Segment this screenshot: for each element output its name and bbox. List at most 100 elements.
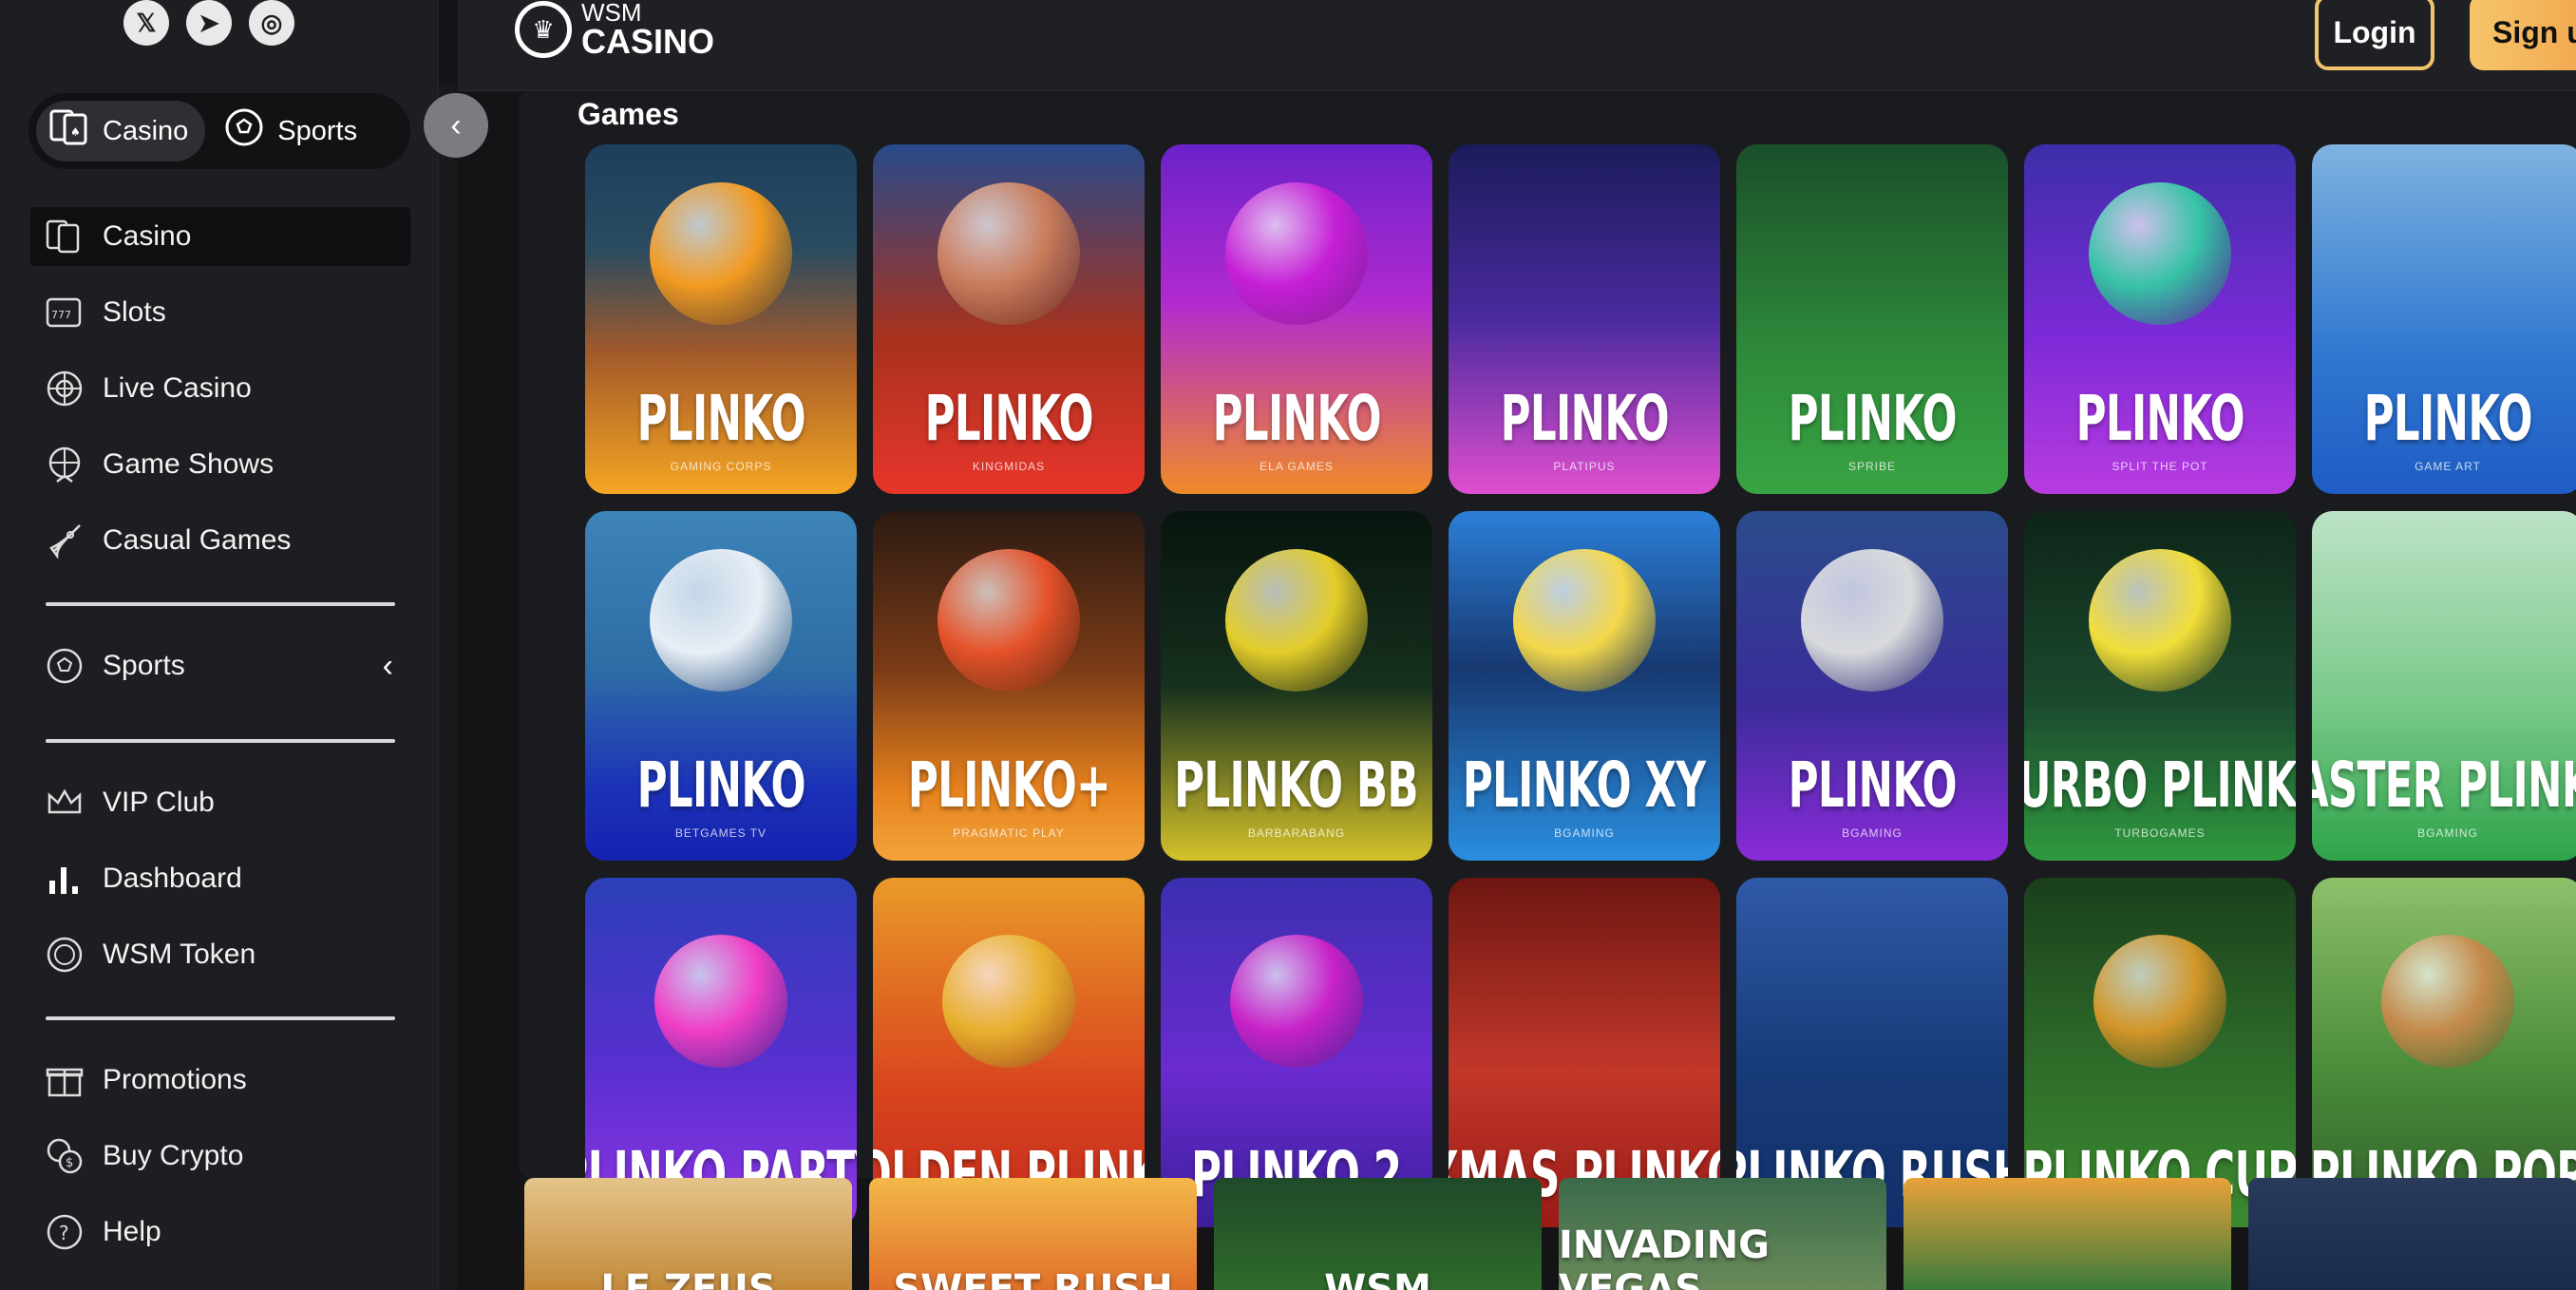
game-tile[interactable]: LE ZEUS	[524, 1178, 852, 1290]
game-tile[interactable]: INVADING VEGAS	[1559, 1178, 1886, 1290]
app: 𝕏 ➤ ◎ ♠ Casino Sports Casino 777 Slots L…	[0, 0, 2576, 1290]
game-tile[interactable]	[2248, 1178, 2576, 1290]
game-provider: PRAGMATIC PLAY	[953, 826, 1065, 840]
ball-icon	[938, 549, 1080, 692]
games-grid: PLINKO GAMING CORPS PLINKO KINGMIDAS PLINKO E…	[585, 144, 2576, 1227]
rocket-icon	[44, 520, 85, 561]
game-tile[interactable]: SWEET RUSH	[869, 1178, 1197, 1290]
game-provider: GAME ART	[2415, 460, 2481, 473]
collapse-sidebar-button[interactable]: ‹	[424, 93, 488, 158]
game-title: EASTER PLINKO	[2312, 749, 2576, 822]
game-provider: KINGMIDAS	[972, 460, 1046, 473]
game-tile[interactable]	[1904, 1178, 2231, 1290]
game-tile[interactable]: WSM	[1214, 1178, 1542, 1290]
toggle-casino[interactable]: ♠ Casino	[36, 101, 206, 161]
chevron-left-icon: ‹	[450, 106, 462, 143]
game-title: WSM	[1324, 1267, 1431, 1290]
game-tile[interactable]: PLINKO CUP	[2024, 878, 2296, 1227]
crown-icon	[44, 782, 85, 824]
toggle-sports-label: Sports	[277, 115, 358, 146]
social-links: 𝕏 ➤ ◎	[123, 0, 294, 46]
game-tile[interactable]: XMAS PLINKO	[1449, 878, 1720, 1227]
sidebar-item-help[interactable]: ? Help	[30, 1203, 410, 1262]
sidebar-item-wsm-token[interactable]: WSM Token	[30, 925, 410, 984]
game-tile[interactable]: PLINKO RUSH	[1736, 878, 2008, 1227]
sidebar-divider	[46, 739, 395, 743]
instagram-icon[interactable]: ◎	[249, 0, 294, 46]
soccer-ball-icon	[222, 105, 266, 157]
sidebar-item-label: WSM Token	[103, 939, 256, 970]
game-provider: BARBARABANG	[1247, 826, 1346, 840]
game-tile[interactable]: PLINKO 2	[1161, 878, 1432, 1227]
sidebar-item-live-casino[interactable]: Live Casino	[30, 359, 410, 418]
game-tile[interactable]: PLINKO+ PRAGMATIC PLAY	[873, 511, 1145, 861]
sidebar-item-label: Sports	[103, 650, 185, 681]
ball-icon	[942, 935, 1075, 1068]
games-section: Games PLINKO GAMING CORPS PLINKO KINGMIDAS P…	[519, 91, 2576, 1227]
game-tile[interactable]: PLINKO GAMING CORPS	[585, 144, 857, 494]
game-tile[interactable]: PLINKO GAME ART	[2312, 144, 2576, 494]
game-title: PLINKO	[636, 749, 805, 822]
game-tile[interactable]: PLINKO PARTY	[585, 878, 857, 1227]
sidebar-nav-misc: Promotions $ Buy Crypto ? Help	[30, 1051, 410, 1279]
game-provider: ELA GAMES	[1260, 460, 1334, 473]
sidebar-item-buy-crypto[interactable]: $ Buy Crypto	[30, 1127, 410, 1186]
ball-icon	[2381, 935, 2514, 1068]
game-tile[interactable]: PLINKO POP	[2312, 878, 2576, 1227]
sidebar-item-casino[interactable]: Casino	[30, 207, 410, 266]
game-tile[interactable]: PLINKO BB BARBARABANG	[1161, 511, 1432, 861]
telegram-icon[interactable]: ➤	[186, 0, 232, 46]
svg-text:?: ?	[59, 1222, 69, 1244]
sidebar-nav-sports: Sports ‹	[30, 636, 410, 712]
game-provider: SPRIBE	[1847, 460, 1896, 473]
signup-button[interactable]: Sign u	[2470, 0, 2576, 70]
game-title: PLINKO BB	[1174, 749, 1419, 822]
sidebar-nav-account: VIP Club Dashboard WSM Token	[30, 773, 410, 1001]
game-title: SWEET RUSH	[893, 1267, 1173, 1290]
game-provider: SPLIT THE POT	[2112, 460, 2208, 473]
game-tile[interactable]: PLINKO SPLIT THE POT	[2024, 144, 2296, 494]
sidebar-item-label: Casino	[103, 220, 192, 252]
sidebar-divider	[46, 1016, 395, 1020]
game-tile[interactable]: PLINKO BETGAMES TV	[585, 511, 857, 861]
game-title: PLINKO	[1500, 382, 1669, 455]
wheel-icon	[44, 444, 85, 485]
top-header: ♛ WSM CASINO Login Sign u	[458, 0, 2576, 91]
game-tile[interactable]: TURBO PLINKO TURBOGAMES	[2024, 511, 2296, 861]
game-tile[interactable]: PLINKO ELA GAMES	[1161, 144, 1432, 494]
sidebar-item-label: Buy Crypto	[103, 1140, 244, 1171]
game-tile[interactable]: GOLDEN PLINKO	[873, 878, 1145, 1227]
cards-icon: ♠	[47, 105, 91, 157]
logo-text: WSM CASINO	[581, 0, 714, 59]
game-tile[interactable]: PLINKO KINGMIDAS	[873, 144, 1145, 494]
wsm-casino-logo[interactable]: ♛ WSM CASINO	[515, 0, 714, 59]
login-button[interactable]: Login	[2315, 0, 2434, 70]
chevron-left-icon[interactable]: ‹	[383, 648, 393, 685]
sidebar-item-dashboard[interactable]: Dashboard	[30, 849, 410, 908]
game-tile[interactable]: EASTER PLINKO BGAMING	[2312, 511, 2576, 861]
game-provider: BETGAMES TV	[674, 826, 767, 840]
sidebar-item-game-shows[interactable]: Game Shows	[30, 435, 410, 494]
game-title: PLINKO	[2363, 382, 2532, 455]
sidebar-item-sports[interactable]: Sports ‹	[30, 636, 410, 695]
x-icon[interactable]: 𝕏	[123, 0, 169, 46]
sidebar-scrollbar[interactable]	[439, 85, 458, 1290]
ball-icon	[938, 182, 1080, 325]
toggle-sports[interactable]: Sports	[211, 101, 374, 161]
game-tile[interactable]: PLINKO SPRIBE	[1736, 144, 2008, 494]
sidebar-item-vip-club[interactable]: VIP Club	[30, 773, 410, 832]
sidebar-item-promotions[interactable]: Promotions	[30, 1051, 410, 1110]
ball-icon	[654, 935, 787, 1068]
ball-icon	[2093, 935, 2226, 1068]
game-tile[interactable]: PLINKO XY BGAMING	[1449, 511, 1720, 861]
sidebar: 𝕏 ➤ ◎ ♠ Casino Sports Casino 777 Slots L…	[0, 0, 439, 1290]
game-tile[interactable]: PLINKO BGAMING	[1736, 511, 2008, 861]
casino-sports-toggle: ♠ Casino Sports	[28, 93, 410, 169]
game-title: PLINKO	[1788, 749, 1957, 822]
sidebar-item-casual-games[interactable]: Casual Games	[30, 511, 410, 570]
ball-icon	[650, 182, 792, 325]
sidebar-item-slots[interactable]: 777 Slots	[30, 283, 410, 342]
game-tile[interactable]: PLINKO PLATIPUS	[1449, 144, 1720, 494]
sidebar-divider	[46, 602, 395, 606]
cards-icon	[44, 216, 85, 257]
